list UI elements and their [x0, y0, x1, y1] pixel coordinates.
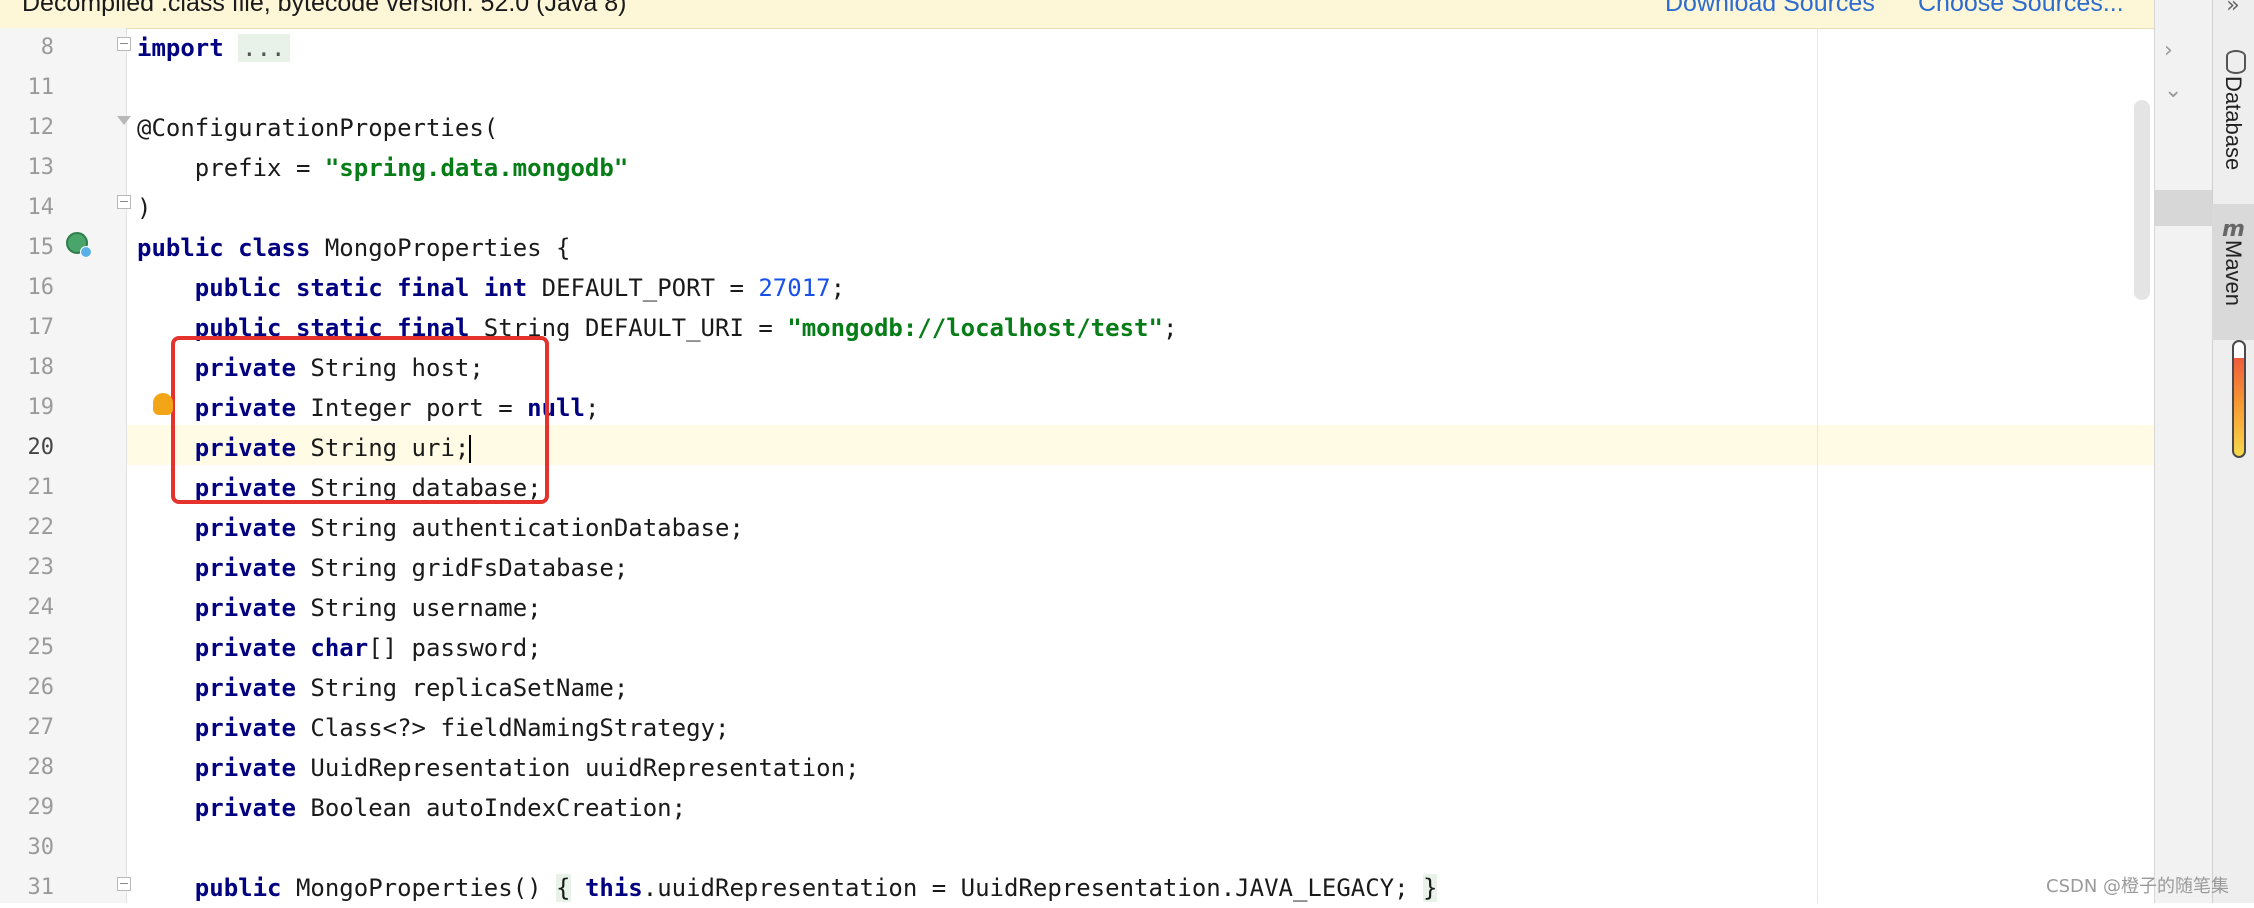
download-sources-link[interactable]: Download Sources [1665, 0, 1875, 18]
maven-icon: m [2222, 217, 2245, 242]
line-number: 27 [27, 715, 55, 740]
line-number: 14 [27, 195, 55, 220]
line-number: 12 [27, 115, 55, 140]
lightbulb-icon[interactable] [153, 393, 173, 415]
tab-database[interactable]: Database [2212, 40, 2254, 190]
folded-imports[interactable]: ... [238, 34, 290, 62]
line-number: 24 [27, 595, 55, 620]
code-editor[interactable]: import ... @ConfigurationProperties( pre… [127, 28, 2154, 903]
line-number: 29 [27, 795, 55, 820]
line-gutter[interactable]: 8 11 12 13 14 15 16 17 18 19 20 21 22 23… [0, 28, 131, 903]
code-line-28: private UuidRepresentation uuidRepresent… [194, 754, 860, 782]
line-number: 16 [27, 275, 55, 300]
code-line-15: public class MongoProperties { [137, 234, 571, 262]
code-line-24: private String username; [194, 594, 542, 622]
strip-selected-row [2155, 190, 2212, 226]
line-number: 15 [27, 235, 55, 260]
code-line-26: private String replicaSetName; [194, 674, 629, 702]
line-number: 11 [27, 75, 55, 100]
line-number: 8 [40, 35, 54, 60]
code-line-23: private String gridFsDatabase; [194, 554, 629, 582]
decompiled-banner: Decompiled .class file, bytecode version… [0, 0, 2154, 29]
code-line-12: @ConfigurationProperties( [137, 114, 499, 142]
code-line-13: prefix = "spring.data.mongodb" [194, 154, 629, 182]
line-number: 26 [27, 675, 55, 700]
scroll-gutter[interactable] [2154, 0, 2213, 903]
line-number: 19 [27, 395, 55, 420]
line-number-current: 20 [27, 435, 55, 460]
code-line-8: import ... [137, 28, 290, 68]
scrollbar-thumb[interactable] [2134, 100, 2150, 300]
code-line-27: private Class<?> fieldNamingStrategy; [194, 714, 730, 742]
line-number: 13 [27, 155, 55, 180]
chevron-down-icon[interactable]: ⌄ [2164, 78, 2182, 103]
chevron-right-icon[interactable]: › [2164, 38, 2173, 63]
line-number: 22 [27, 515, 55, 540]
watermark: CSDN @橙子的随笔集 [2046, 876, 2230, 897]
code-line-29: private Boolean autoIndexCreation; [194, 794, 687, 822]
code-line-31: public MongoProperties() { this.uuidRepr… [194, 874, 1438, 902]
line-number: 18 [27, 355, 55, 380]
code-line-14: ) [137, 194, 152, 222]
line-number: 31 [27, 875, 55, 900]
right-margin-guide [1817, 28, 1818, 903]
choose-sources-link[interactable]: Choose Sources... [1918, 0, 2124, 18]
code-line-22: private String authenticationDatabase; [194, 514, 744, 542]
collapse-icon[interactable]: » [2222, 0, 2244, 18]
line-number: 17 [27, 315, 55, 340]
line-number: 30 [27, 835, 55, 860]
memory-indicator[interactable] [2232, 340, 2246, 458]
class-implementation-icon[interactable] [66, 232, 92, 258]
line-number: 28 [27, 755, 55, 780]
code-line-16: public static final int DEFAULT_PORT = 2… [194, 274, 846, 302]
line-number: 21 [27, 475, 55, 500]
red-annotation-box [171, 336, 549, 504]
line-number: 23 [27, 555, 55, 580]
banner-message: Decompiled .class file, bytecode version… [22, 0, 627, 17]
line-number: 25 [27, 635, 55, 660]
code-line-25: private char[] password; [194, 634, 542, 662]
